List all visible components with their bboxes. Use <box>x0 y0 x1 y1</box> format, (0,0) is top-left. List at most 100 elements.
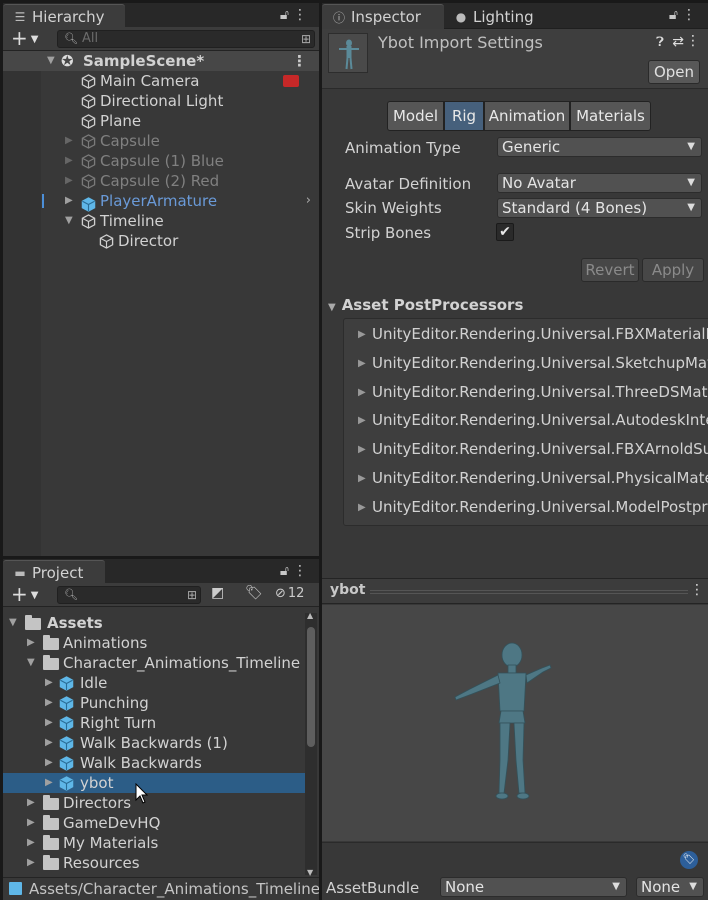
collapse-arrow-icon[interactable]: ▶ <box>358 406 366 435</box>
hierarchy-search-input[interactable]: 🔍︎ All ⊞ <box>57 30 315 48</box>
tab-lighting[interactable]: ● Lighting <box>444 4 554 29</box>
project-item[interactable]: ▶ ybot <box>3 773 305 793</box>
preview-drag-handle[interactable] <box>370 590 688 594</box>
tab-materials[interactable]: Materials <box>570 101 651 131</box>
lock-icon[interactable]: 🔓︎ <box>280 561 289 581</box>
project-item[interactable]: ▶ Walk Backwards (1) <box>3 733 305 753</box>
open-button[interactable]: Open <box>648 60 700 84</box>
assetbundle-dropdown[interactable]: None ▼ <box>440 877 627 897</box>
apply-button[interactable]: Apply <box>642 258 704 282</box>
tab-animation[interactable]: Animation <box>484 101 570 131</box>
assets-root-row[interactable]: ▼ Assets <box>3 613 305 633</box>
hierarchy-item[interactable]: ▶ PlayerArmature › <box>3 191 319 212</box>
hierarchy-item[interactable]: ▶ Capsule <box>3 131 319 151</box>
lock-icon[interactable]: 🔓︎ <box>280 5 289 25</box>
collapse-arrow-icon[interactable]: ▶ <box>358 320 366 349</box>
collapse-arrow-icon[interactable]: ▶ <box>27 633 35 653</box>
chevron-right-icon[interactable]: › <box>306 191 311 211</box>
assetbundle-variant-dropdown[interactable]: None ▼ <box>636 877 704 897</box>
label-tag-icon[interactable]: 🏷︎ <box>680 851 698 869</box>
project-scrollbar[interactable]: ▲ ▼ <box>305 611 317 877</box>
search-options-icon[interactable]: ⊞ <box>301 31 311 47</box>
project-search-input[interactable]: 🔍︎ ⊞ <box>57 586 201 604</box>
tab-rig[interactable]: Rig <box>444 101 484 131</box>
hierarchy-item[interactable]: ▶ Capsule (1) Blue <box>3 151 319 171</box>
revert-button[interactable]: Revert <box>581 258 639 282</box>
hierarchy-item[interactable]: Director <box>3 231 319 251</box>
collapse-arrow-icon[interactable]: ▶ <box>45 773 53 793</box>
expand-arrow-icon[interactable]: ▼ <box>47 51 55 71</box>
project-item[interactable]: ▶ Punching <box>3 693 305 713</box>
search-options-icon[interactable]: ⊞ <box>187 587 197 603</box>
strip-bones-checkbox[interactable]: ✔ <box>496 223 514 241</box>
preview-menu-icon[interactable]: ⋮ <box>690 582 704 598</box>
scene-row[interactable]: ▼ ✪ SampleScene* ⋮ <box>3 51 319 71</box>
collapse-arrow-icon[interactable]: ▶ <box>45 693 53 713</box>
collapse-arrow-icon[interactable]: ▶ <box>45 673 53 693</box>
kebab-menu-icon[interactable]: ⋮ <box>293 5 307 25</box>
project-item[interactable]: ▶ Animations <box>3 633 305 653</box>
filter-by-label-icon[interactable]: 🏷︎ <box>245 585 263 601</box>
scene-menu-icon[interactable]: ⋮ <box>292 51 307 71</box>
collapse-arrow-icon[interactable]: ▶ <box>358 464 366 493</box>
scroll-thumb[interactable] <box>307 627 315 747</box>
skin-weights-dropdown[interactable]: Standard (4 Bones) ▼ <box>497 198 702 218</box>
avatar-definition-dropdown[interactable]: No Avatar ▼ <box>497 173 702 193</box>
collapse-arrow-icon[interactable]: ▶ <box>65 151 73 171</box>
expand-arrow-icon[interactable]: ▼ <box>328 302 336 313</box>
help-icon[interactable]: ❓︎ <box>656 35 664 50</box>
animation-type-dropdown[interactable]: Generic ▼ <box>497 137 702 157</box>
project-item[interactable]: ▶ Resources <box>3 853 305 873</box>
presets-icon[interactable]: ⇄ <box>672 34 684 50</box>
expand-arrow-icon[interactable]: ▼ <box>65 211 73 231</box>
create-dropdown-button[interactable]: + ▼ <box>11 583 38 607</box>
lock-icon[interactable]: 🔓︎ <box>669 5 678 25</box>
scroll-up-icon[interactable]: ▲ <box>307 611 313 620</box>
hierarchy-item[interactable]: ▼ Timeline <box>3 211 319 231</box>
project-item[interactable]: ▶ Directors <box>3 793 305 813</box>
collapse-arrow-icon[interactable]: ▶ <box>358 435 366 464</box>
inspector-title: Ybot Import Settings <box>378 33 543 52</box>
project-item[interactable]: ▶ GameDevHQ <box>3 813 305 833</box>
collapse-arrow-icon[interactable]: ▶ <box>45 733 53 753</box>
hierarchy-item[interactable]: Directional Light <box>3 91 319 111</box>
collapse-arrow-icon[interactable]: ▶ <box>358 349 366 378</box>
collapse-arrow-icon[interactable]: ▶ <box>65 171 73 191</box>
filter-by-type-icon[interactable]: ◩ <box>211 585 224 601</box>
postprocessors-list: ▶ UnityEditor.Rendering.Universal.FBXMate… <box>343 318 708 526</box>
asset-preview-thumbnail <box>328 33 368 73</box>
postprocessors-header[interactable]: ▼ Asset PostProcessors <box>328 295 523 315</box>
project-item[interactable]: ▶ My Materials <box>3 833 305 853</box>
collapse-arrow-icon[interactable]: ▶ <box>358 493 366 522</box>
collapse-arrow-icon[interactable]: ▶ <box>27 853 35 873</box>
tab-inspector[interactable]: ⓘ Inspector <box>322 4 444 29</box>
header-menu-icon[interactable]: ⋮ <box>686 33 700 49</box>
folder-icon <box>43 795 59 810</box>
collapse-arrow-icon[interactable]: ▶ <box>27 833 35 853</box>
project-item-label: Directors <box>63 794 132 812</box>
expand-arrow-icon[interactable]: ▼ <box>9 613 17 633</box>
hierarchy-item[interactable]: ▶ Capsule (2) Red <box>3 171 319 191</box>
collapse-arrow-icon[interactable]: ▶ <box>358 378 366 407</box>
tab-model[interactable]: Model <box>387 101 444 131</box>
add-dropdown-button[interactable]: + ▼ <box>11 27 38 51</box>
scroll-down-icon[interactable]: ▼ <box>307 868 313 877</box>
project-item[interactable]: ▶ Walk Backwards <box>3 753 305 773</box>
kebab-menu-icon[interactable]: ⋮ <box>682 5 696 25</box>
hierarchy-item[interactable]: Plane <box>3 111 319 131</box>
collapse-arrow-icon[interactable]: ▶ <box>45 753 53 773</box>
collapse-arrow-icon[interactable]: ▶ <box>65 131 73 151</box>
model-preview-viewport[interactable] <box>322 605 708 841</box>
collapse-arrow-icon[interactable]: ▶ <box>45 713 53 733</box>
hidden-packages-icon[interactable]: ⊘ 12 <box>275 586 304 601</box>
hierarchy-item[interactable]: Main Camera <box>3 71 319 91</box>
collapse-arrow-icon[interactable]: ▶ <box>27 793 35 813</box>
camera-gizmo-icon[interactable] <box>283 75 299 87</box>
project-item[interactable]: ▼ Character_Animations_Timeline <box>3 653 305 673</box>
collapse-arrow-icon[interactable]: ▶ <box>65 191 73 211</box>
kebab-menu-icon[interactable]: ⋮ <box>293 561 307 581</box>
collapse-arrow-icon[interactable]: ▶ <box>27 813 35 833</box>
expand-arrow-icon[interactable]: ▼ <box>27 653 35 673</box>
project-item[interactable]: ▶ Right Turn <box>3 713 305 733</box>
project-item[interactable]: ▶ Idle <box>3 673 305 693</box>
